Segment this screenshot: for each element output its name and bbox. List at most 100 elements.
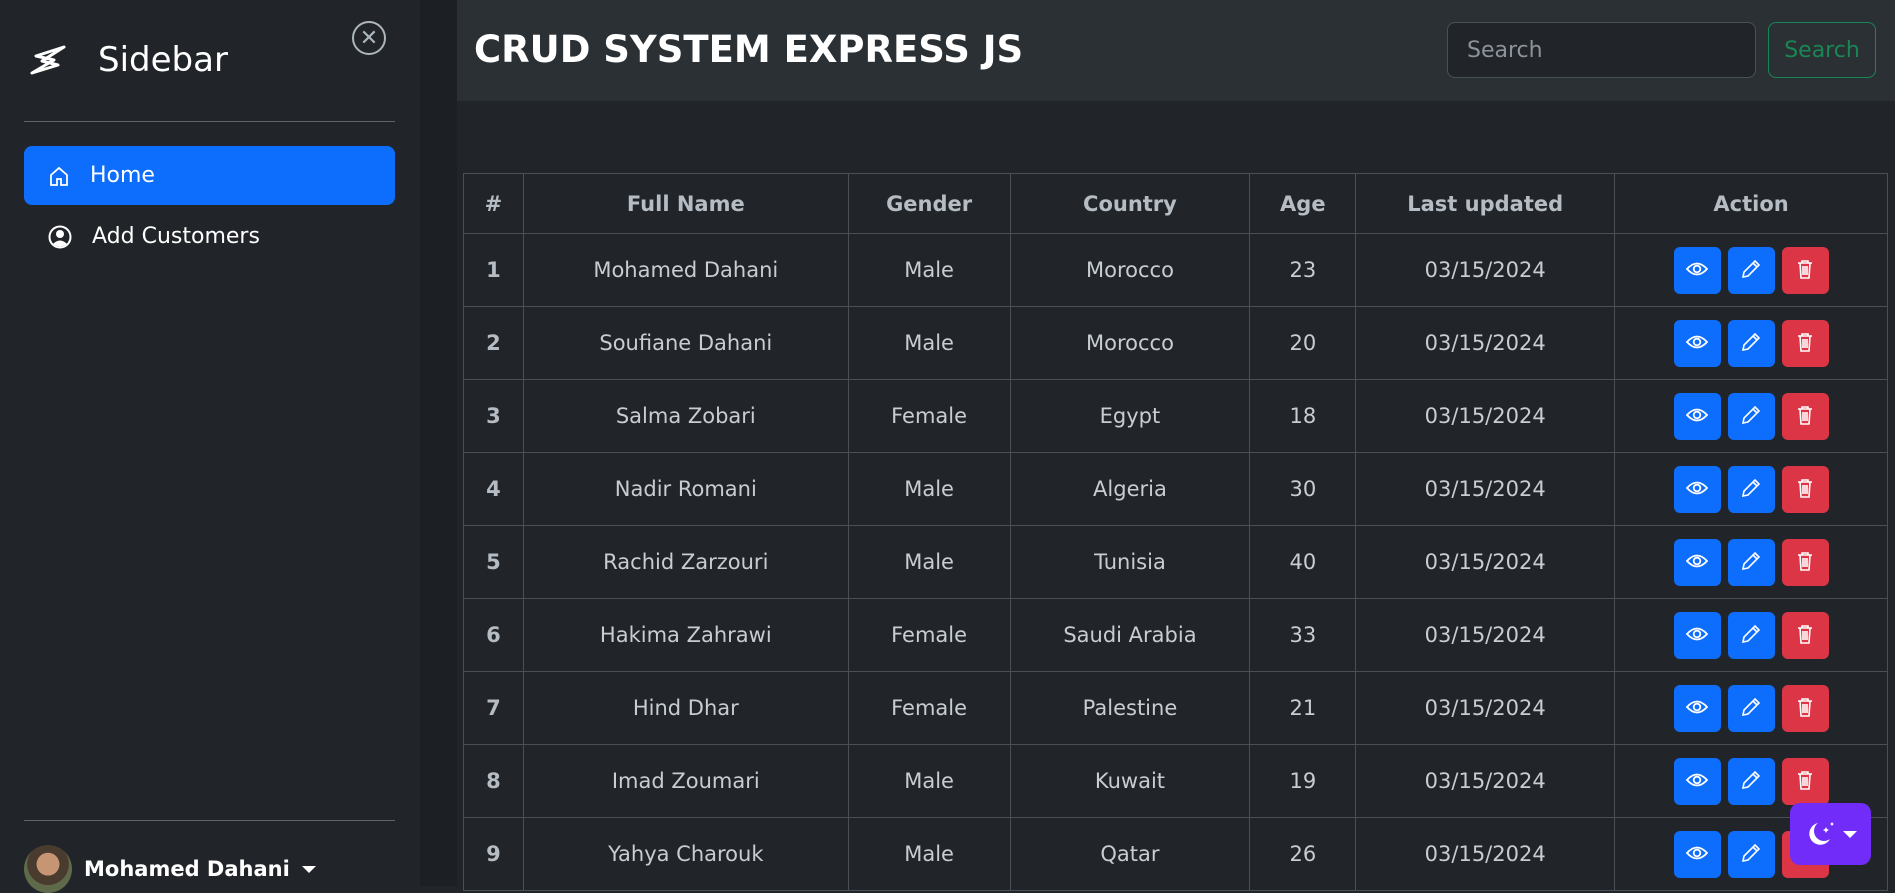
edit-button[interactable] xyxy=(1727,246,1775,294)
view-button[interactable] xyxy=(1673,830,1721,878)
table-cell: Tunisia xyxy=(1009,525,1251,599)
trash-icon xyxy=(1796,770,1814,793)
table-cell: Female xyxy=(847,598,1011,672)
edit-button[interactable] xyxy=(1727,757,1775,805)
trash-icon xyxy=(1796,332,1814,355)
row-actions xyxy=(1615,465,1887,513)
search-button[interactable]: Search xyxy=(1768,22,1876,78)
table-cell: 8 xyxy=(463,744,524,818)
house-icon xyxy=(50,166,68,186)
view-button[interactable] xyxy=(1673,538,1721,586)
action-cell xyxy=(1614,525,1888,599)
divider xyxy=(24,820,395,821)
eye-icon xyxy=(1685,334,1709,353)
table-cell: 7 xyxy=(463,671,524,745)
table-cell: 23 xyxy=(1249,233,1357,307)
pencil-icon xyxy=(1741,259,1761,282)
edit-button[interactable] xyxy=(1727,684,1775,732)
eye-icon xyxy=(1685,772,1709,791)
table-cell: Palestine xyxy=(1009,671,1251,745)
sidebar-title: Sidebar xyxy=(98,40,228,80)
trash-icon xyxy=(1796,551,1814,574)
delete-button[interactable] xyxy=(1781,319,1829,367)
column-header: Action xyxy=(1614,173,1888,234)
table-row: 5 Rachid Zarzouri Male Tunisia 40 03/15/2024 xyxy=(463,525,1888,599)
table-header-row: # Full Name Gender Country Age Last updated Ac… xyxy=(463,173,1888,234)
table-row: 9 Yahya Charouk Male Qatar 26 03/15/2024 xyxy=(463,817,1888,891)
pencil-icon xyxy=(1741,624,1761,647)
edit-button[interactable] xyxy=(1727,830,1775,878)
search-input[interactable] xyxy=(1447,22,1756,78)
delete-button[interactable] xyxy=(1781,611,1829,659)
table-cell: 21 xyxy=(1249,671,1357,745)
caret-down-icon xyxy=(301,865,316,873)
delete-button[interactable] xyxy=(1781,392,1829,440)
view-button[interactable] xyxy=(1673,684,1721,732)
pencil-icon xyxy=(1741,478,1761,501)
column-header: Age xyxy=(1249,173,1357,234)
sidebar-item-label: Home xyxy=(90,163,155,188)
pencil-icon xyxy=(1741,843,1761,866)
trash-icon xyxy=(1796,259,1814,282)
view-button[interactable] xyxy=(1673,392,1721,440)
action-cell xyxy=(1614,598,1888,672)
table-cell: 9 xyxy=(463,817,524,891)
action-cell xyxy=(1614,379,1888,453)
row-actions xyxy=(1615,392,1887,440)
row-actions xyxy=(1615,757,1887,805)
row-actions xyxy=(1615,538,1887,586)
table-cell: 30 xyxy=(1249,452,1357,526)
header: CRUD SYSTEM EXPRESS JS Search xyxy=(457,0,1895,101)
delete-button[interactable] xyxy=(1781,684,1829,732)
lightning-logo-icon xyxy=(30,45,66,75)
table-cell: 5 xyxy=(463,525,524,599)
view-button[interactable] xyxy=(1673,611,1721,659)
close-icon: ✕ xyxy=(359,25,379,51)
delete-button[interactable] xyxy=(1781,465,1829,513)
view-button[interactable] xyxy=(1673,319,1721,367)
edit-button[interactable] xyxy=(1727,392,1775,440)
table-cell: Mohamed Dahani xyxy=(522,233,849,307)
table-cell: 6 xyxy=(463,598,524,672)
view-button[interactable] xyxy=(1673,465,1721,513)
table-cell: Saudi Arabia xyxy=(1009,598,1251,672)
close-sidebar-button[interactable]: ✕ xyxy=(352,21,386,55)
sidebar-item-home[interactable]: Home xyxy=(24,146,395,205)
table-cell: 33 xyxy=(1249,598,1357,672)
table-cell: 1 xyxy=(463,233,524,307)
edit-button[interactable] xyxy=(1727,465,1775,513)
table-cell: Morocco xyxy=(1009,233,1251,307)
table-row: 8 Imad Zoumari Male Kuwait 19 03/15/2024 xyxy=(463,744,1888,818)
table-cell: 03/15/2024 xyxy=(1355,671,1616,745)
sidebar-brand[interactable]: Sidebar xyxy=(28,40,228,80)
table-cell: 40 xyxy=(1249,525,1357,599)
sidebar-item-add-customers[interactable]: Add Customers xyxy=(24,207,395,266)
table-cell: 2 xyxy=(463,306,524,380)
edit-button[interactable] xyxy=(1727,611,1775,659)
action-cell xyxy=(1614,671,1888,745)
eye-icon xyxy=(1685,845,1709,864)
table-cell: Yahya Charouk xyxy=(522,817,849,891)
table-cell: Female xyxy=(847,671,1011,745)
row-actions xyxy=(1615,246,1887,294)
delete-button[interactable] xyxy=(1781,757,1829,805)
view-button[interactable] xyxy=(1673,246,1721,294)
table-cell: Morocco xyxy=(1009,306,1251,380)
view-button[interactable] xyxy=(1673,757,1721,805)
table-cell: 4 xyxy=(463,452,524,526)
delete-button[interactable] xyxy=(1781,538,1829,586)
theme-toggle-button[interactable] xyxy=(1790,803,1871,865)
table-cell: Male xyxy=(847,233,1011,307)
edit-button[interactable] xyxy=(1727,319,1775,367)
table-cell: Imad Zoumari xyxy=(522,744,849,818)
row-actions xyxy=(1615,684,1887,732)
table-cell: 03/15/2024 xyxy=(1355,452,1616,526)
pencil-icon xyxy=(1741,405,1761,428)
table-row: 6 Hakima Zahrawi Female Saudi Arabia 33 03/15… xyxy=(463,598,1888,672)
sidebar-shadow xyxy=(420,0,457,886)
edit-button[interactable] xyxy=(1727,538,1775,586)
delete-button[interactable] xyxy=(1781,246,1829,294)
table-cell: 03/15/2024 xyxy=(1355,598,1616,672)
table-cell: 03/15/2024 xyxy=(1355,744,1616,818)
table-cell: 03/15/2024 xyxy=(1355,306,1616,380)
